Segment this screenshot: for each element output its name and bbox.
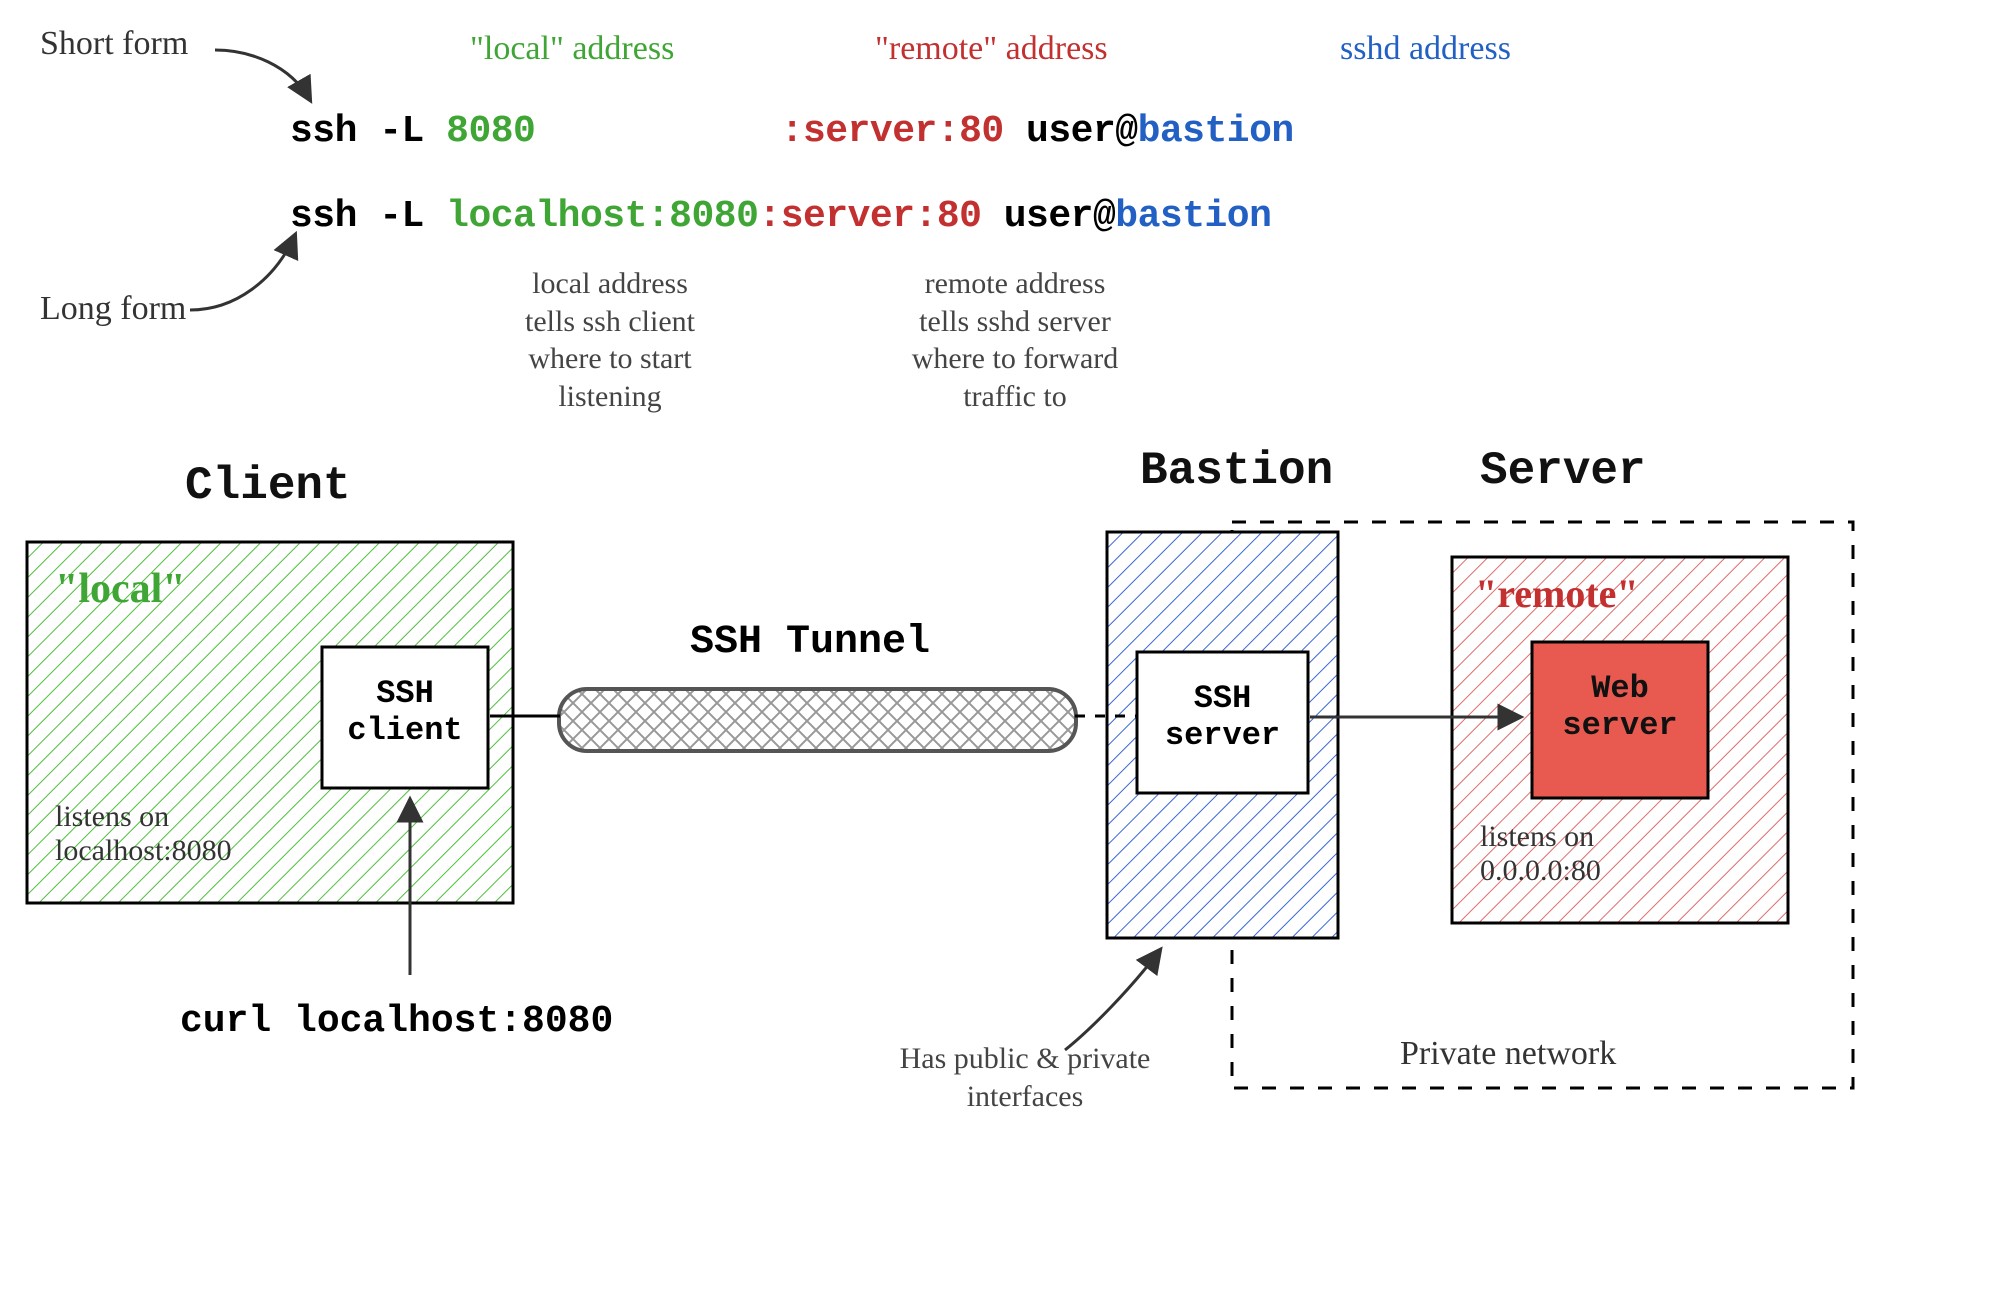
curl-note: curl localhost:8080 [180, 1000, 613, 1043]
server-listen-note: listens on 0.0.0.0:80 [1480, 820, 1601, 888]
arrow-short-form [210, 40, 330, 120]
long-form-label: Long form [40, 290, 186, 328]
remote-tag: "remote" [1475, 570, 1639, 617]
ssh-tunnel-diagram: Short form Long form "local" address "re… [0, 0, 2000, 1304]
web-server-label: Web server [1555, 670, 1685, 744]
ssh-tunnel-pill [555, 685, 1080, 755]
ssh-command-long: ssh -L localhost:8080:server:80 user@bas… [290, 195, 1271, 238]
arrow-curl-sshclient [400, 790, 460, 980]
local-address-note: local address tells ssh client where to … [445, 265, 775, 415]
ssh-server-label: SSH server [1155, 680, 1290, 754]
cmd-long-prefix: ssh -L [290, 195, 446, 238]
cmd-short-pad [535, 110, 780, 153]
ssh-command-short: ssh -L 8080 :server:80 user@bastion [290, 110, 1294, 153]
server-title: Server [1480, 445, 1646, 497]
ssh-client-label: SSH client [340, 675, 470, 749]
cmd-long-local: localhost:8080 [446, 195, 758, 238]
cmd-long-bastion: bastion [1115, 195, 1271, 238]
link-client-tunnel [490, 714, 560, 718]
remote-address-label: "remote" address [875, 30, 1108, 68]
client-title: Client [185, 460, 351, 512]
short-form-label: Short form [40, 25, 188, 63]
cmd-short-prefix: ssh -L [290, 110, 446, 153]
local-address-label: "local" address [470, 30, 674, 68]
private-network-label: Private network [1400, 1035, 1616, 1073]
cmd-long-user: user@ [981, 195, 1115, 238]
bastion-interfaces-note: Has public & private interfaces [850, 1040, 1200, 1115]
cmd-long-remote: :server:80 [758, 195, 981, 238]
sshd-address-label: sshd address [1340, 30, 1511, 68]
ssh-tunnel-label: SSH Tunnel [690, 620, 930, 665]
cmd-short-local: 8080 [446, 110, 535, 153]
local-tag: "local" [55, 565, 186, 613]
link-tunnel-sshserver [1075, 714, 1137, 718]
client-listen-note: listens on localhost:8080 [55, 800, 232, 868]
remote-address-note: remote address tells sshd server where t… [850, 265, 1180, 415]
cmd-short-remote: :server:80 [781, 110, 1004, 153]
arrow-sshserver-webserver [1310, 712, 1535, 722]
cmd-short-bastion: bastion [1138, 110, 1294, 153]
cmd-short-user: user@ [1004, 110, 1138, 153]
bastion-title: Bastion [1140, 445, 1333, 497]
